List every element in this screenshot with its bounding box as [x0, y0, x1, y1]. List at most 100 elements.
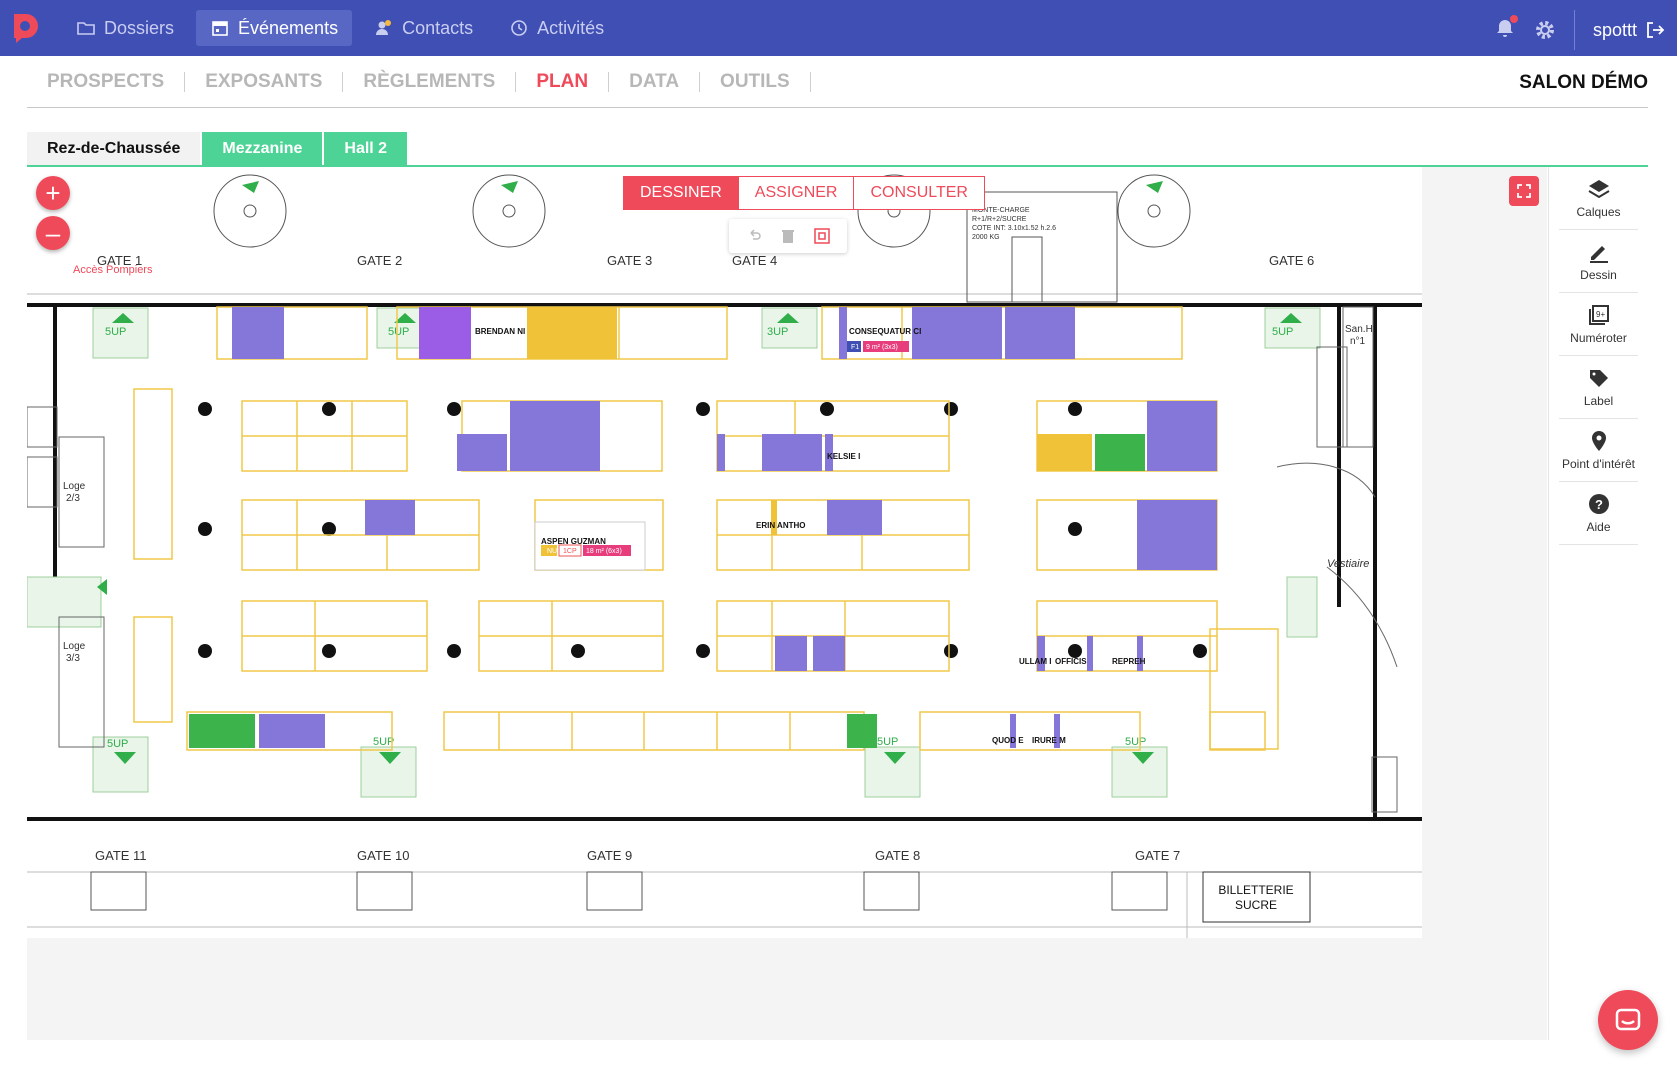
- select-area-icon[interactable]: [813, 228, 830, 244]
- tab-outils[interactable]: OUTILS: [700, 71, 811, 92]
- nav-evenements[interactable]: Événements: [196, 10, 353, 46]
- svg-text:5UP: 5UP: [105, 326, 126, 338]
- svg-text:5UP: 5UP: [388, 326, 409, 338]
- pencil-icon: [1589, 246, 1608, 263]
- calendar-icon: [212, 21, 228, 36]
- sidebar-label-tool[interactable]: Label: [1559, 356, 1638, 419]
- tab-plan[interactable]: PLAN: [516, 71, 610, 92]
- booth-exhibitor-label[interactable]: QUOD E: [992, 736, 1024, 745]
- divider: [1573, 10, 1575, 50]
- floor-plan-canvas[interactable]: MONTE-CHARGE R+1/R+2/SUCRE COTE INT: 3.1…: [26, 167, 1547, 1040]
- svg-text:?: ?: [1595, 497, 1603, 512]
- svg-text:3/3: 3/3: [66, 653, 80, 664]
- svg-text:2/3: 2/3: [66, 493, 80, 504]
- nav-label: Événements: [238, 17, 339, 38]
- mode-assigner-button[interactable]: ASSIGNER: [737, 177, 854, 209]
- username: spottt: [1592, 19, 1637, 40]
- booth-exhibitor-label[interactable]: ASPEN GUZMAN: [541, 537, 606, 546]
- sidebar-label: Label: [1583, 394, 1614, 408]
- notification-dot: [1509, 14, 1518, 23]
- svg-text:3UP: 3UP: [767, 326, 788, 338]
- svg-text:F1: F1: [851, 344, 859, 351]
- event-subnav: PROSPECTS EXPOSANTS RÈGLEMENTS PLAN DATA…: [27, 56, 1648, 108]
- chat-icon: [1615, 1008, 1641, 1031]
- svg-text:San.H: San.H: [1345, 324, 1373, 335]
- level-tab-mezzanine[interactable]: Mezzanine: [202, 132, 323, 166]
- nav-label: Activités: [537, 17, 605, 38]
- booth-exhibitor-label[interactable]: IRURE M: [1032, 736, 1066, 745]
- gate-label: GATE 2: [357, 253, 403, 268]
- booth-exhibitor-label[interactable]: REPREH: [1112, 657, 1145, 666]
- fullscreen-button[interactable]: [1509, 176, 1539, 206]
- gate-label: GATE 10: [357, 848, 410, 863]
- pin-icon: [1591, 431, 1606, 451]
- help-icon: ?: [1588, 494, 1609, 514]
- zoom-out-button[interactable]: –: [36, 216, 70, 250]
- booth-exhibitor-label[interactable]: BRENDAN NI: [475, 327, 525, 336]
- tab-data[interactable]: DATA: [609, 71, 701, 92]
- folder-icon: [77, 22, 95, 35]
- notifications-button[interactable]: [1494, 14, 1518, 44]
- floor-plan[interactable]: MONTE-CHARGE R+1/R+2/SUCRE COTE INT: 3.1…: [26, 167, 1422, 938]
- sidebar-dessin[interactable]: Dessin: [1559, 230, 1638, 293]
- sidebar-numeroter[interactable]: 9+ Numéroter: [1559, 293, 1638, 356]
- zoom-in-button[interactable]: +: [36, 176, 70, 210]
- mode-dessiner-button[interactable]: DESSINER: [624, 177, 738, 209]
- sidebar-point-interet[interactable]: Point d'intérêt: [1559, 419, 1638, 482]
- gate-label: GATE 7: [1135, 848, 1181, 863]
- top-right-actions: spottt: [1494, 10, 1665, 50]
- level-tab-hall-2[interactable]: Hall 2: [324, 132, 408, 166]
- booth-exhibitor-label[interactable]: ULLAM I: [1019, 657, 1051, 666]
- nav-dossiers[interactable]: Dossiers: [62, 10, 188, 46]
- svg-text:Loge: Loge: [63, 481, 86, 492]
- history-icon: [511, 20, 527, 36]
- sidebar-label: Dessin: [1580, 268, 1617, 282]
- sidebar-label: Point d'intérêt: [1561, 457, 1635, 471]
- drawing-toolbar: [729, 219, 847, 253]
- main-nav: Dossiers Événements Contacts Activités: [62, 10, 618, 46]
- level-tab-rez-de-chaussee[interactable]: Rez-de-Chaussée: [27, 132, 201, 166]
- gear-icon[interactable]: [1534, 19, 1556, 41]
- gate-label: GATE 4: [732, 253, 778, 268]
- svg-text:5UP: 5UP: [1125, 736, 1146, 748]
- gate-label: GATE 11: [95, 848, 147, 863]
- tab-reglements[interactable]: RÈGLEMENTS: [343, 71, 517, 92]
- trash-icon[interactable]: [781, 228, 795, 244]
- undo-icon[interactable]: [746, 228, 762, 244]
- layers-icon: [1587, 180, 1610, 199]
- numbering-icon: 9+: [1588, 305, 1609, 325]
- logout-icon[interactable]: [1645, 20, 1665, 40]
- nav-label: Contacts: [402, 17, 474, 38]
- chat-support-button[interactable]: [1598, 990, 1658, 1050]
- sidebar-aide[interactable]: ? Aide: [1559, 482, 1638, 545]
- nav-activites[interactable]: Activités: [495, 10, 618, 46]
- nav-contacts[interactable]: Contacts: [360, 10, 487, 46]
- booth-exhibitor-label[interactable]: KELSIE I: [827, 452, 860, 461]
- svg-text:1CP: 1CP: [563, 548, 577, 555]
- gate-label: GATE 9: [587, 848, 633, 863]
- contacts-icon: [376, 20, 392, 35]
- svg-text:9 m² (3x3): 9 m² (3x3): [866, 344, 898, 351]
- sidebar-label: Aide: [1586, 520, 1611, 534]
- svg-text:BILLETTERIE: BILLETTERIE: [1218, 883, 1293, 897]
- booth-exhibitor-label[interactable]: ERIN ANTHO: [756, 521, 805, 530]
- tab-exposants[interactable]: EXPOSANTS: [185, 71, 344, 92]
- svg-text:9+: 9+: [1596, 310, 1605, 319]
- booth-exhibitor-label[interactable]: CONSEQUATUR CI: [849, 327, 921, 336]
- svg-text:2000 KG: 2000 KG: [972, 234, 1000, 241]
- gate-label: GATE 1: [97, 253, 143, 268]
- mode-consulter-button[interactable]: CONSULTER: [853, 177, 984, 209]
- svg-text:COTE INT: 3.10x1.52 h.2.6: COTE INT: 3.10x1.52 h.2.6: [972, 225, 1056, 232]
- svg-text:5UP: 5UP: [107, 738, 128, 750]
- svg-text:n°1: n°1: [1350, 336, 1366, 347]
- gate-label: GATE 8: [875, 848, 921, 863]
- svg-text:18 m² (6x3): 18 m² (6x3): [586, 548, 622, 555]
- tag-icon: [1589, 370, 1608, 387]
- sidebar-calques[interactable]: Calques: [1559, 167, 1638, 230]
- user-menu[interactable]: spottt: [1593, 20, 1665, 41]
- top-navigation-bar: Dossiers Événements Contacts Activités s…: [0, 0, 1677, 56]
- tab-prospects[interactable]: PROSPECTS: [27, 71, 186, 92]
- app-logo-icon[interactable]: [8, 10, 42, 44]
- booth-exhibitor-label[interactable]: OFFICIS: [1055, 657, 1087, 666]
- svg-text:Vestiaire: Vestiaire: [1327, 558, 1369, 570]
